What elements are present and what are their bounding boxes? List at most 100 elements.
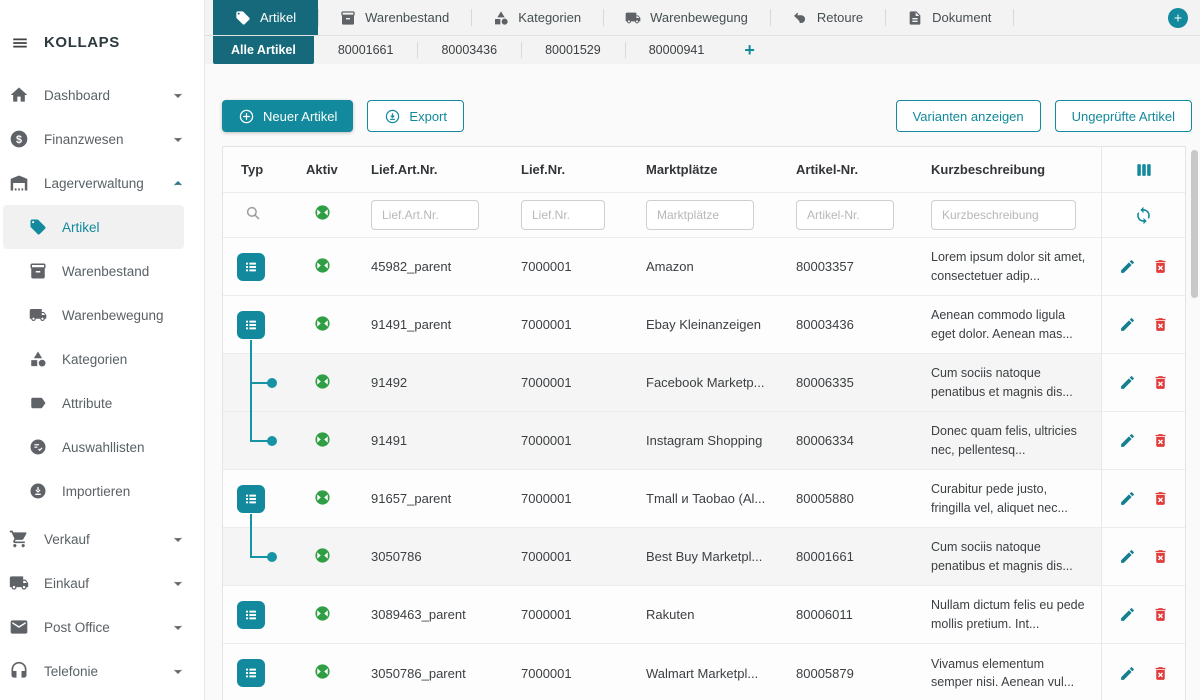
- table-row[interactable]: 45982_parent7000001Amazon80003357Lorem i…: [223, 238, 1185, 296]
- delete-icon[interactable]: [1152, 665, 1169, 682]
- sidebar-item-lagerverwaltung[interactable]: Lagerverwaltung: [0, 161, 204, 205]
- home-icon: [9, 85, 29, 105]
- active-filter-icon[interactable]: [314, 204, 331, 221]
- article-tab-alle-artikel[interactable]: Alle Artikel: [213, 36, 314, 64]
- cell-kurzbeschreibung: Cum sociis natoque penatibus et magnis d…: [931, 538, 1101, 574]
- active-status-icon[interactable]: [314, 663, 331, 680]
- return-icon: [792, 10, 808, 26]
- add-tab-button[interactable]: [1168, 8, 1188, 28]
- edit-icon[interactable]: [1119, 606, 1136, 623]
- filter-input-lief-nr[interactable]: [521, 200, 605, 230]
- delete-icon[interactable]: [1152, 374, 1169, 391]
- delete-icon[interactable]: [1152, 432, 1169, 449]
- tab-warenbestand[interactable]: Warenbestand: [318, 0, 471, 35]
- search-icon[interactable]: [244, 204, 262, 222]
- filter-input-kurzbeschreibung[interactable]: [931, 200, 1076, 230]
- edit-icon[interactable]: [1119, 665, 1136, 682]
- scrollbar-thumb[interactable]: [1191, 150, 1198, 298]
- parent-type-icon[interactable]: [237, 253, 265, 281]
- delete-icon[interactable]: [1152, 258, 1169, 275]
- tab-dokument[interactable]: Dokument: [885, 0, 1013, 35]
- edit-icon[interactable]: [1119, 548, 1136, 565]
- sidebar-item-telefonie[interactable]: Telefonie: [0, 649, 204, 693]
- show-variants-button[interactable]: Varianten anzeigen: [896, 100, 1041, 132]
- sidebar-item-finanzwesen[interactable]: $Finanzwesen: [0, 117, 204, 161]
- import-icon: [29, 482, 47, 500]
- tab-label: Artikel: [260, 10, 296, 25]
- table-row[interactable]: 914917000001Instagram Shopping80006334Do…: [223, 412, 1185, 470]
- table-row[interactable]: 3050786_parent7000001Walmart Marketpl...…: [223, 644, 1185, 700]
- menu-icon[interactable]: [9, 34, 31, 52]
- active-status-icon[interactable]: [314, 315, 331, 332]
- parent-type-icon[interactable]: [237, 485, 265, 513]
- tree-node-dot: [267, 436, 277, 446]
- sidebar-item-auswahllisten[interactable]: Auswahllisten: [0, 425, 204, 469]
- filter-input-lief-art-nr[interactable]: [371, 200, 479, 230]
- sidebar-item-verkauf[interactable]: Verkauf: [0, 517, 204, 561]
- sidebar-item-warenbewegung[interactable]: Warenbewegung: [0, 293, 204, 337]
- table-row[interactable]: 30507867000001Best Buy Marketpl...800016…: [223, 528, 1185, 586]
- column-header-lief-nr[interactable]: Lief.Nr.: [521, 162, 646, 177]
- active-status-icon[interactable]: [314, 489, 331, 506]
- article-tab-80001661[interactable]: 80001661: [314, 36, 418, 64]
- refresh-icon[interactable]: [1134, 206, 1153, 225]
- parent-type-icon[interactable]: [237, 601, 265, 629]
- sidebar-item-label: Warenbewegung: [62, 308, 188, 323]
- tab-warenbewegung[interactable]: Warenbewegung: [603, 0, 770, 35]
- table-header-row: TypAktivLief.Art.Nr.Lief.Nr.MarktplätzeA…: [223, 147, 1185, 193]
- new-article-button[interactable]: Neuer Artikel: [222, 100, 353, 132]
- shipping-icon: [9, 573, 29, 593]
- column-header-lief-art-nr[interactable]: Lief.Art.Nr.: [371, 162, 521, 177]
- edit-icon[interactable]: [1119, 432, 1136, 449]
- export-button[interactable]: Export: [367, 100, 464, 132]
- delete-icon[interactable]: [1152, 316, 1169, 333]
- sidebar-item-kategorien[interactable]: Kategorien: [0, 337, 204, 381]
- delete-icon[interactable]: [1152, 490, 1169, 507]
- parent-type-icon[interactable]: [237, 659, 265, 687]
- active-status-icon[interactable]: [314, 257, 331, 274]
- active-status-icon[interactable]: [314, 373, 331, 390]
- sidebar-item-attribute[interactable]: Attribute: [0, 381, 204, 425]
- delete-icon[interactable]: [1152, 606, 1169, 623]
- table-row[interactable]: 91491_parent7000001Ebay Kleinanzeigen800…: [223, 296, 1185, 354]
- cell-aktiv: [306, 547, 371, 567]
- active-status-icon[interactable]: [314, 547, 331, 564]
- add-article-tab-button[interactable]: +: [728, 36, 771, 64]
- cell-aktiv: [306, 431, 371, 451]
- table-row[interactable]: 91657_parent7000001Tmall и Taobao (Al...…: [223, 470, 1185, 528]
- cell-artikel-nr: 80001661: [796, 549, 931, 564]
- edit-icon[interactable]: [1119, 490, 1136, 507]
- tab-retoure[interactable]: Retoure: [770, 0, 885, 35]
- active-status-icon[interactable]: [314, 605, 331, 622]
- sidebar-item-artikel[interactable]: Artikel: [3, 205, 184, 249]
- article-tab-80000941[interactable]: 80000941: [625, 36, 729, 64]
- edit-icon[interactable]: [1119, 316, 1136, 333]
- sidebar-item-einkauf[interactable]: Einkauf: [0, 561, 204, 605]
- sidebar-item-warenbestand[interactable]: Warenbestand: [0, 249, 204, 293]
- sidebar-item-dashboard[interactable]: Dashboard: [0, 73, 204, 117]
- column-header-kurzbeschreibung[interactable]: Kurzbeschreibung: [931, 162, 1101, 177]
- tab-artikel[interactable]: Artikel: [213, 0, 318, 35]
- columns-icon[interactable]: [1134, 160, 1154, 180]
- filter-input-marktplaetze[interactable]: [646, 200, 754, 230]
- edit-icon[interactable]: [1119, 374, 1136, 391]
- table-row[interactable]: 3089463_parent7000001Rakuten80006011Null…: [223, 586, 1185, 644]
- sidebar-item-post-office[interactable]: Post Office: [0, 605, 204, 649]
- column-header-marktplaetze[interactable]: Marktplätze: [646, 162, 796, 177]
- unchecked-articles-button[interactable]: Ungeprüfte Artikel: [1055, 100, 1192, 132]
- filter-input-artikel-nr[interactable]: [796, 200, 894, 230]
- tab-kategorien[interactable]: Kategorien: [471, 0, 603, 35]
- column-header-artikel-nr[interactable]: Artikel-Nr.: [796, 162, 931, 177]
- sidebar-item-importieren[interactable]: Importieren: [0, 469, 204, 513]
- table-row[interactable]: 914927000001Facebook Marketp...80006335C…: [223, 354, 1185, 412]
- delete-icon[interactable]: [1152, 548, 1169, 565]
- article-tab-80001529[interactable]: 80001529: [521, 36, 625, 64]
- article-tab-80003436[interactable]: 80003436: [417, 36, 521, 64]
- column-header-aktiv[interactable]: Aktiv: [306, 162, 371, 177]
- column-header-typ[interactable]: Typ: [223, 162, 306, 177]
- cell-kurzbeschreibung: Aenean commodo ligula eget dolor. Aenean…: [931, 306, 1101, 342]
- cell-kurzbeschreibung: Vivamus elementum semper nisi. Aenean vu…: [931, 655, 1101, 691]
- parent-type-icon[interactable]: [237, 311, 265, 339]
- active-status-icon[interactable]: [314, 431, 331, 448]
- edit-icon[interactable]: [1119, 258, 1136, 275]
